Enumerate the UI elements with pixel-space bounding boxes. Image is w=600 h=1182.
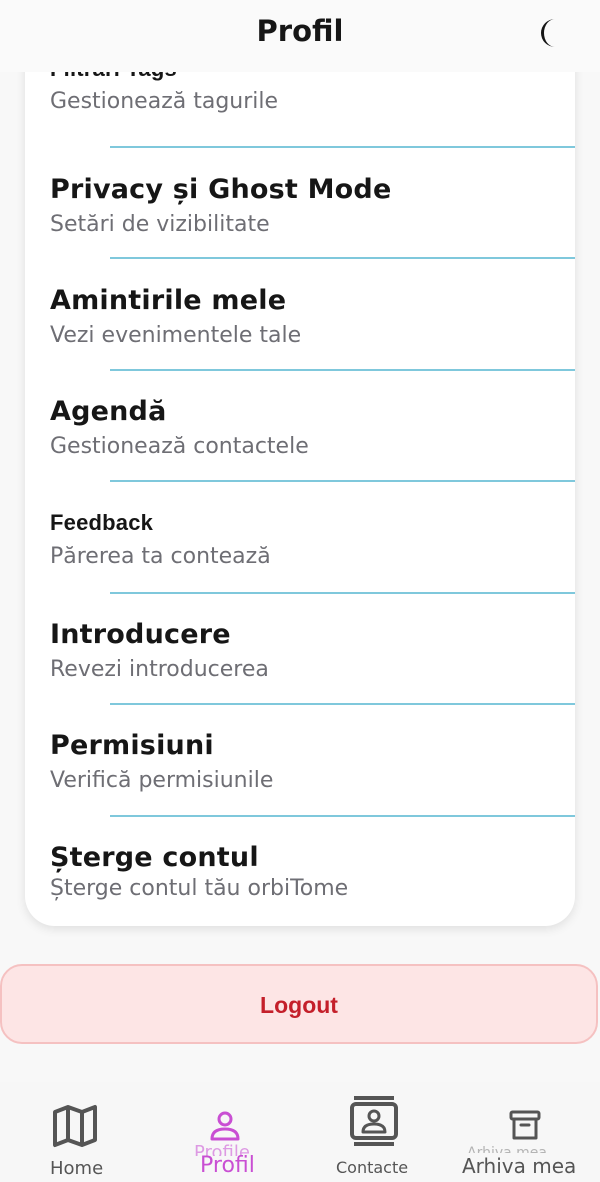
menu-item-agenda[interactable]: Agendă Gestionează contactele — [25, 376, 575, 487]
profile-screen: Profil Filtrări Tags Gestionează taguril… — [0, 0, 600, 1182]
divider — [110, 369, 575, 371]
divider — [110, 592, 575, 594]
menu-item-title: Introducere — [50, 619, 231, 650]
nav-contacts-label: Contacte — [336, 1158, 409, 1177]
menu-item-privacy[interactable]: Privacy și Ghost Mode Setări de vizibili… — [25, 154, 575, 265]
moon-icon[interactable] — [534, 17, 566, 49]
nav-profile-label: Profil — [200, 1153, 255, 1178]
menu-item-subtitle: Părerea ta contează — [50, 544, 271, 569]
menu-item-subtitle: Gestionează tagurile — [50, 89, 279, 114]
menu-item-permissions[interactable]: Permisiuni Verifică permisiunile — [25, 710, 575, 821]
menu-item-subtitle: Setări de vizibilitate — [50, 212, 270, 237]
menu-item-title: Amintirile mele — [50, 285, 287, 316]
nav-archive-ghost-label: Arhiva mea — [467, 1145, 547, 1153]
divider — [110, 815, 575, 817]
logout-label: Logout — [260, 992, 338, 1018]
contacts-icon — [350, 1096, 398, 1146]
menu-item-title: Agendă — [50, 396, 167, 427]
menu-item-feedback[interactable]: Feedback Părerea ta contează — [25, 488, 575, 599]
nav-archive[interactable]: Arhiva mea Arhiva mea — [462, 1082, 582, 1182]
menu-item-subtitle: Revezi introducerea — [50, 657, 269, 682]
archive-icon — [509, 1110, 541, 1140]
nav-home-label: Home — [50, 1158, 104, 1179]
bottom-navigation: Home Profile Profil Contacte Arhiva mea … — [0, 1082, 600, 1182]
nav-home[interactable]: Home — [25, 1082, 125, 1182]
menu-item-title: Permisiuni — [50, 730, 214, 761]
logout-button[interactable]: Logout — [0, 964, 598, 1044]
menu-item-subtitle: Verifică permisiunile — [50, 768, 274, 793]
nav-contacts[interactable]: Contacte — [323, 1082, 423, 1182]
menu-item-subtitle: Vezi evenimentele tale — [50, 323, 302, 348]
map-icon — [53, 1105, 97, 1147]
menu-item-intro[interactable]: Introducere Revezi introducerea — [25, 599, 575, 710]
divider — [110, 703, 575, 705]
menu-item-memories[interactable]: Amintirile mele Vezi evenimentele tale — [25, 265, 575, 376]
nav-archive-label: Arhiva mea — [462, 1154, 577, 1178]
menu-item-delete-account[interactable]: Șterge contul Șterge contul tău orbiTome — [25, 822, 575, 926]
page-title: Profil — [256, 14, 344, 48]
header-bar: Profil — [0, 0, 600, 72]
divider — [110, 480, 575, 482]
menu-item-title: Șterge contul — [50, 842, 259, 873]
menu-item-title: Feedback — [50, 510, 154, 535]
settings-card: Filtrări Tags Gestionează tagurile Priva… — [25, 0, 575, 926]
menu-item-subtitle: Gestionează contactele — [50, 434, 309, 459]
person-icon — [210, 1111, 240, 1141]
nav-profile[interactable]: Profile Profil — [175, 1082, 275, 1182]
menu-item-subtitle: Șterge contul tău orbiTome — [50, 876, 349, 901]
divider — [110, 257, 575, 259]
divider — [110, 146, 575, 148]
menu-item-title: Privacy și Ghost Mode — [50, 174, 392, 205]
